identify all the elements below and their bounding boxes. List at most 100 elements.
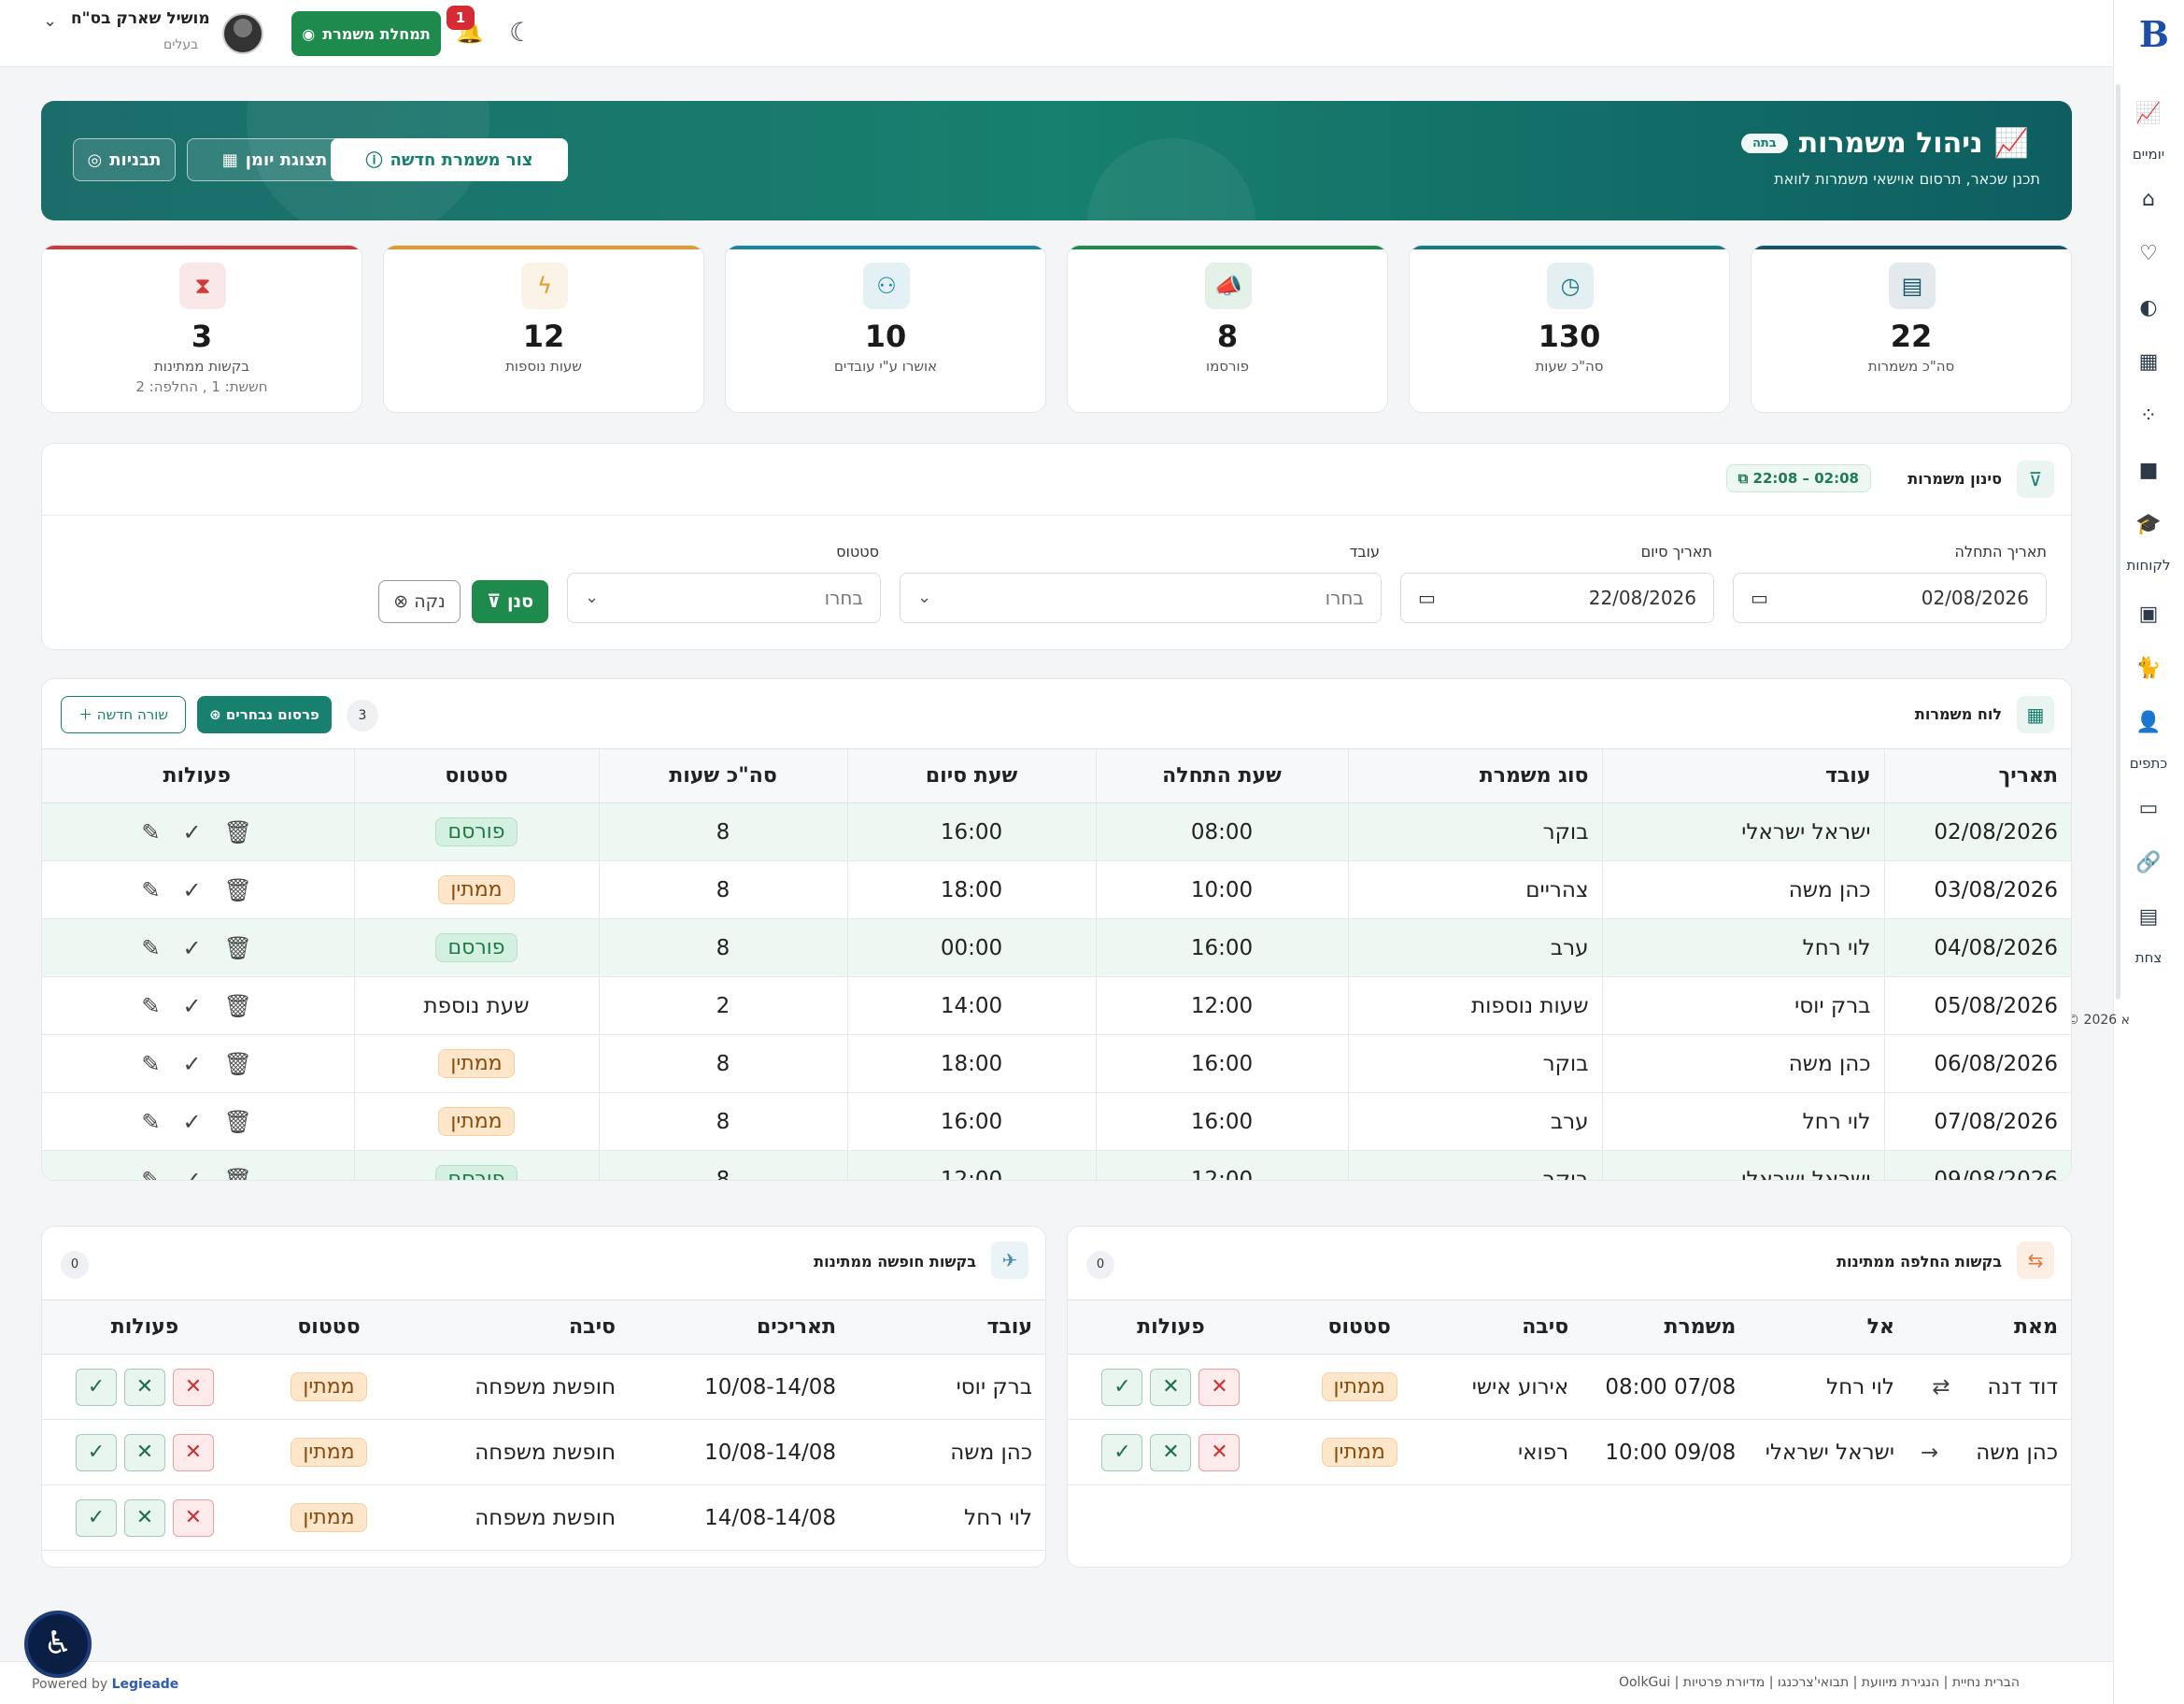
- start-shift-button[interactable]: תמחלת משמרת ◉: [291, 11, 441, 56]
- calendar-icon[interactable]: ▦: [2134, 348, 2163, 377]
- calendar-view-button[interactable]: תצוגת יומן ▦: [187, 138, 362, 181]
- table-row[interactable]: 03/08/2026 כהן משה צהריים 10:00 18:00 8 ממתין 🗑…: [42, 860, 2071, 919]
- table-row[interactable]: 02/08/2026 ישראל ישראלי בוקר 08:00 16:00 8 פור…: [42, 802, 2071, 861]
- pencil-icon[interactable]: ✎: [141, 1051, 160, 1077]
- check-circle-icon[interactable]: ✓: [183, 1109, 202, 1135]
- add-user-icon[interactable]: 👤: [2134, 708, 2163, 738]
- sidebar-scrollbar[interactable]: [2116, 84, 2120, 1000]
- sidebar-item-label[interactable]: לקוחות: [2117, 557, 2180, 574]
- avatar[interactable]: [222, 13, 263, 54]
- end-date-input[interactable]: 22/08/2026 ▭: [1400, 573, 1714, 623]
- reject-button[interactable]: ✕: [1198, 1368, 1241, 1406]
- trash-icon[interactable]: 🗑: [224, 819, 252, 845]
- employee-select[interactable]: בחרו ⌄: [900, 573, 1382, 623]
- approve-button[interactable]: ✓: [76, 1368, 117, 1406]
- pencil-icon[interactable]: ✎: [141, 993, 160, 1019]
- check-circle-icon[interactable]: ✓: [183, 877, 202, 903]
- approve-button[interactable]: ✓: [1101, 1433, 1143, 1471]
- table-row[interactable]: 09/08/2026 ישראל ישראלי בוקר 12:00 12:00 8 פור…: [42, 1150, 2071, 1181]
- moon-icon[interactable]: ☾: [509, 17, 532, 48]
- approve-button[interactable]: ✓: [1101, 1368, 1143, 1406]
- table-row[interactable]: 07/08/2026 לוי רחל ערב 16:00 16:00 8 ממתין 🗑 ✓ ✎: [42, 1092, 2071, 1151]
- filter-button[interactable]: סנן ⊽: [472, 580, 548, 623]
- heart-icon[interactable]: ♡: [2134, 239, 2163, 269]
- shield-icon[interactable]: ◐: [2134, 293, 2163, 323]
- calendar-icon[interactable]: ▭: [1418, 574, 1436, 622]
- app-logo[interactable]: B: [2130, 13, 2169, 55]
- user-name[interactable]: מושיל שארק בס"ח: [71, 9, 210, 28]
- sidebar-item-label[interactable]: יומיים: [2117, 146, 2180, 163]
- table-row[interactable]: לוי רחל 14/08-14/08 חופשת משפחה ממתין ✓ ✕ ✕: [42, 1484, 1045, 1551]
- chevron-down-icon[interactable]: ⌄: [43, 11, 57, 31]
- dismiss-button[interactable]: ✕: [1150, 1368, 1192, 1406]
- pencil-icon[interactable]: ✎: [141, 819, 160, 845]
- reject-button[interactable]: ✕: [173, 1368, 214, 1406]
- id-card-icon[interactable]: ▭: [2134, 794, 2163, 824]
- table-row[interactable]: ברק יוסי 10/08-14/08 חופשת משפחה ממתין ✓ ✕ ✕: [42, 1354, 1045, 1420]
- start-shift-label: תמחלת משמרת: [322, 24, 431, 43]
- cell-employee: ברק יוסי: [849, 1354, 1045, 1420]
- cat-icon[interactable]: 🐈: [2134, 654, 2163, 684]
- reject-button[interactable]: ✕: [173, 1433, 214, 1471]
- trash-icon[interactable]: 🗑: [224, 1167, 252, 1181]
- approve-button[interactable]: ✓: [76, 1433, 117, 1471]
- column-header[interactable]: סוג משמרת: [1347, 748, 1602, 803]
- graduation-icon[interactable]: 🎓: [2134, 510, 2163, 540]
- table-row[interactable]: דוד דנה ⇄ לוי רחל 07/08 08:00 אירוע אישי ממתי…: [1068, 1354, 2071, 1420]
- dismiss-button[interactable]: ✕: [124, 1368, 165, 1406]
- check-circle-icon[interactable]: ✓: [183, 993, 202, 1019]
- status-select[interactable]: בחרו ⌄: [567, 573, 881, 623]
- table-row[interactable]: 06/08/2026 כהן משה בוקר 16:00 18:00 8 ממתין 🗑 ✓ ✎: [42, 1034, 2071, 1093]
- trash-icon[interactable]: 🗑: [224, 877, 252, 903]
- reject-button[interactable]: ✕: [173, 1498, 214, 1537]
- link-icon[interactable]: 🔗: [2134, 848, 2163, 878]
- pencil-icon[interactable]: ✎: [141, 877, 160, 903]
- table-row[interactable]: 04/08/2026 לוי רחל ערב 16:00 00:00 8 פורסם 🗑 ✓ ✎: [42, 918, 2071, 977]
- chart-icon[interactable]: 📈: [2134, 99, 2163, 129]
- trash-icon[interactable]: 🗑: [224, 993, 252, 1019]
- document-icon[interactable]: ▤: [2134, 902, 2163, 932]
- publish-selected-button[interactable]: פרסום נבחרים ⊛: [197, 696, 332, 733]
- pencil-icon[interactable]: ✎: [141, 1109, 160, 1135]
- apps-icon[interactable]: ▣: [2134, 600, 2163, 630]
- table-row[interactable]: כהן משה 10/08-14/08 חופשת משפחה ממתין ✓ ✕ ✕: [42, 1419, 1045, 1485]
- dismiss-button[interactable]: ✕: [124, 1498, 165, 1537]
- video-icon[interactable]: ■: [2134, 456, 2163, 486]
- column-header[interactable]: סטטוס: [353, 748, 599, 803]
- date-range-chip[interactable]: 02:08 – 22:08 ⧉: [1725, 464, 1871, 492]
- powered-by[interactable]: Powered by Legieade: [32, 1677, 178, 1692]
- column-header[interactable]: עובד: [1601, 748, 1884, 803]
- reject-button[interactable]: ✕: [1198, 1433, 1241, 1471]
- trash-icon[interactable]: 🗑: [224, 935, 252, 961]
- pencil-icon[interactable]: ✎: [141, 1167, 160, 1181]
- home-icon[interactable]: ⌂: [2134, 185, 2163, 215]
- check-circle-icon[interactable]: ✓: [183, 935, 202, 961]
- grid-icon[interactable]: ⁘: [2134, 402, 2163, 432]
- start-date-input[interactable]: 02/08/2026 ▭: [1733, 573, 2047, 623]
- templates-button[interactable]: תבניות ◎: [73, 138, 176, 181]
- calendar-icon[interactable]: ▭: [1751, 574, 1768, 622]
- accessibility-button[interactable]: ♿: [24, 1611, 92, 1678]
- table-row[interactable]: 05/08/2026 ברק יוסי שעות נוספות 12:00 14:00 2…: [42, 976, 2071, 1035]
- create-shift-button[interactable]: צור משמרת חדשה ⓘ: [331, 138, 568, 181]
- column-header[interactable]: סה"כ שעות: [598, 748, 847, 803]
- column-header[interactable]: שעת התחלה: [1095, 748, 1348, 803]
- dismiss-button[interactable]: ✕: [124, 1433, 165, 1471]
- column-header[interactable]: שעת סיום: [846, 748, 1096, 803]
- column-header[interactable]: פעולות: [42, 748, 354, 803]
- column-header[interactable]: תאריך: [1883, 748, 2071, 803]
- footer-links[interactable]: הברית נחיית | הנגירת מיוועת | תבואי'צרכנ…: [1619, 1675, 2020, 1690]
- sidebar-item-label[interactable]: כתפים: [2117, 755, 2180, 772]
- table-row[interactable]: כהן משה → ישראל ישראלי 09/08 10:00 רפואי ממתי…: [1068, 1419, 2071, 1485]
- sidebar-item-label[interactable]: צחת: [2117, 949, 2180, 966]
- new-row-button[interactable]: שורה חדשה ＋: [61, 696, 186, 733]
- check-circle-icon[interactable]: ✓: [183, 1051, 202, 1077]
- approve-button[interactable]: ✓: [76, 1498, 117, 1537]
- pencil-icon[interactable]: ✎: [141, 935, 160, 961]
- check-circle-icon[interactable]: ✓: [183, 1167, 202, 1181]
- clear-button[interactable]: נקה ⊗: [378, 580, 461, 623]
- trash-icon[interactable]: 🗑: [224, 1109, 252, 1135]
- dismiss-button[interactable]: ✕: [1150, 1433, 1192, 1471]
- trash-icon[interactable]: 🗑: [224, 1051, 252, 1077]
- check-circle-icon[interactable]: ✓: [183, 819, 202, 845]
